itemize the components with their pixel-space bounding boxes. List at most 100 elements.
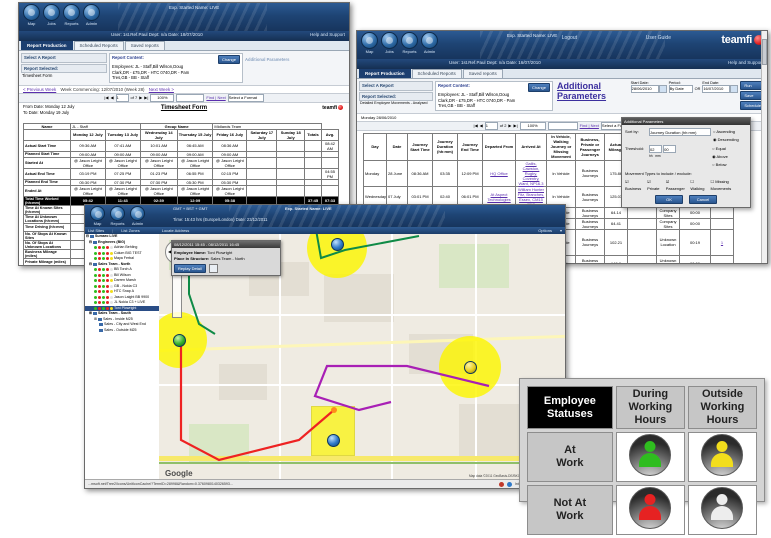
next-week-link[interactable]: Next Week > — [149, 87, 174, 92]
additional-parameters-dialog[interactable]: Additional Parameters Sort by: Journey D… — [621, 117, 751, 208]
below-radio[interactable]: ○ Below — [712, 161, 728, 168]
tab-report-production[interactable]: Report Production — [359, 69, 411, 78]
tree-group-sales-outside-m25[interactable]: Sales - Outside M25 — [85, 328, 159, 334]
map-body[interactable]: ⊟ Sumaro LIVE ⊟ Engineers (BIG) Adrian B… — [85, 234, 565, 480]
find-next-link[interactable]: Find | Next — [206, 95, 225, 100]
above-radio[interactable]: ◉ Above — [712, 153, 728, 160]
ascending-radio[interactable]: ○ Ascending — [713, 128, 739, 135]
end-date-calendar-icon[interactable] — [730, 85, 739, 93]
check-missing-movements[interactable]: ☐ Missing Movements — [711, 178, 747, 192]
check-passenger[interactable]: ☑ Passenger — [666, 178, 688, 192]
nav-map-button[interactable]: Map — [23, 4, 40, 26]
find-input[interactable] — [547, 121, 578, 130]
additional-parameters-link[interactable]: Additional Parameters — [245, 57, 289, 62]
select-report-header[interactable]: Select A Report — [21, 53, 107, 63]
tab-scheduled-reports[interactable]: Scheduled Reports — [73, 41, 124, 50]
week-nav-row[interactable]: < Previous Week Week Commencing: 12/07/2… — [19, 84, 349, 93]
first-page-button[interactable]: |◀ — [474, 123, 478, 128]
list-zones-tab[interactable]: List Zones — [121, 228, 139, 233]
help-support-link[interactable]: Help and Support — [728, 60, 763, 65]
nav-reports-button[interactable]: Reports — [401, 32, 418, 54]
report-tabs[interactable]: Report Production Scheduled Reports Save… — [357, 69, 767, 79]
cell-arrived-at[interactable]: Gallis, Cawston, Rugby, Coventry, Ward, … — [515, 159, 547, 187]
nav-admin-button[interactable]: Admin — [129, 206, 146, 226]
start-date-group[interactable]: Start Date: 28/06/2010 — [630, 81, 667, 93]
expand-icon[interactable]: ⊞ — [89, 311, 92, 317]
date-range-controls[interactable]: Start Date: 28/06/2010 Period: By Date O… — [630, 81, 765, 111]
report-viewer-toolbar[interactable]: |◀ ◀ 1 of 7 ▶ ▶| 100% Find | Next Select… — [19, 92, 349, 103]
first-page-button[interactable]: |◀ — [104, 95, 108, 100]
tab-scheduled-reports[interactable]: Scheduled Reports — [411, 69, 462, 78]
report-tabs[interactable]: Report Production Scheduled Reports Save… — [19, 41, 349, 51]
period-select[interactable]: By Date — [668, 85, 693, 93]
report-controls-row[interactable]: Select A Report Report Selected: Detaile… — [357, 79, 767, 113]
help-support-link[interactable]: Help and Support — [310, 32, 345, 37]
scrollbar-thumb[interactable] — [762, 39, 767, 65]
additional-parameters-link[interactable]: Additional Parameters — [557, 81, 606, 101]
map-tracking-window[interactable]: Map Reports Admin GMT + BST + GMT Exp. S… — [84, 204, 566, 489]
options-menu[interactable]: Options — [538, 228, 552, 233]
cell-speeding[interactable]: 1 — [710, 228, 734, 256]
zoom-select[interactable]: 100% — [150, 93, 175, 102]
list-sites-tab[interactable]: List Sites — [88, 228, 104, 233]
nav-map-button[interactable]: Map — [89, 206, 106, 226]
find-next-link[interactable]: Find | Next — [580, 123, 599, 128]
map-pin-employee[interactable] — [327, 434, 340, 447]
nav-jobs-button[interactable]: Jobs — [43, 4, 60, 26]
employee-info-popup[interactable]: 08/12/2011 15:45 - 08/12/2011 16:45 Empl… — [171, 240, 281, 276]
check-business[interactable]: ☑ Business — [625, 178, 644, 192]
prev-page-button[interactable]: ◀ — [110, 95, 113, 100]
dialog-cancel-button[interactable]: Cancel — [689, 195, 717, 204]
check-walking[interactable]: ☐ Walking — [690, 178, 707, 192]
nav-admin-button[interactable]: Admin — [83, 4, 100, 26]
employee-tree-panel[interactable]: ⊟ Sumaro LIVE ⊟ Engineers (BIG) Adrian B… — [85, 234, 160, 480]
nav-icon-bar[interactable]: Map Reports Admin — [89, 206, 146, 226]
report-controls-row[interactable]: Select A Report Report Selected: Timeshe… — [19, 51, 349, 85]
tab-saved-reports[interactable]: Saved reports — [462, 69, 503, 78]
select-report-header[interactable]: Select A Report — [359, 81, 433, 91]
next-page-button[interactable]: ▶ — [139, 95, 142, 100]
logout-link[interactable]: Logout — [562, 35, 577, 41]
threshold-mm-input[interactable]: 00 — [663, 145, 677, 153]
tab-report-production[interactable]: Report Production — [21, 41, 73, 50]
previous-week-link[interactable]: < Previous Week — [23, 87, 56, 92]
chevron-down-icon[interactable]: ▾ — [560, 228, 562, 233]
end-date-input[interactable]: 16/07/2010 — [702, 85, 731, 93]
prev-page-button[interactable]: ◀ — [480, 123, 483, 128]
replay-detail-button[interactable]: Replay Detail — [174, 264, 206, 273]
page-number-input[interactable]: 1 — [484, 121, 498, 130]
map-canvas[interactable]: ▲ ▼ ◀ ▶ Google Map data ©2011 GeoBasis-D… — [159, 234, 565, 480]
last-page-button[interactable]: ▶| — [514, 123, 518, 128]
user-guide-link[interactable]: User Guide — [646, 35, 671, 41]
nav-map-button[interactable]: Map — [361, 32, 378, 54]
nav-icon-bar[interactable]: Map Jobs Reports Admin — [23, 4, 100, 26]
threshold-hh-input[interactable]: 02 — [649, 145, 662, 153]
map-pin-employee[interactable] — [331, 238, 344, 251]
nav-reports-button[interactable]: Reports — [109, 206, 126, 226]
end-date-group[interactable]: End Date: 16/07/2010 — [702, 81, 739, 93]
nav-jobs-button[interactable]: Jobs — [381, 32, 398, 54]
start-date-input[interactable]: 28/06/2010 — [630, 85, 659, 93]
next-page-button[interactable]: ▶ — [508, 123, 511, 128]
map-pin-at-work[interactable] — [173, 334, 186, 347]
descending-radio[interactable]: ◉ Descending — [713, 136, 739, 143]
expand-icon[interactable]: ⊟ — [89, 240, 92, 246]
refresh-icon[interactable] — [208, 264, 218, 273]
nav-icon-bar[interactable]: Map Jobs Reports Admin — [361, 32, 438, 54]
nav-reports-button[interactable]: Reports — [63, 4, 80, 26]
map-toolbar[interactable]: List Sites | List Zones Locate Address O… — [85, 227, 565, 234]
format-select[interactable]: Select a Format — [227, 93, 264, 102]
expand-icon[interactable]: ⊟ — [89, 262, 92, 268]
dialog-ok-button[interactable]: OK — [655, 195, 683, 204]
expand-icon[interactable]: ⊞ — [94, 317, 97, 323]
check-private[interactable]: ☑ Private — [647, 178, 663, 192]
change-button[interactable]: Change — [527, 83, 550, 92]
map-pin-outside-hours[interactable] — [464, 361, 477, 374]
page-number-input[interactable]: 1 — [115, 93, 129, 102]
vertical-scrollbar[interactable] — [761, 31, 767, 263]
zoom-select[interactable]: 100% — [519, 121, 546, 130]
cell-departed-from[interactable]: HQ Office — [482, 159, 516, 187]
nav-admin-button[interactable]: Admin — [421, 32, 438, 54]
change-button[interactable]: Change — [217, 55, 240, 64]
start-date-calendar-icon[interactable] — [658, 85, 667, 93]
